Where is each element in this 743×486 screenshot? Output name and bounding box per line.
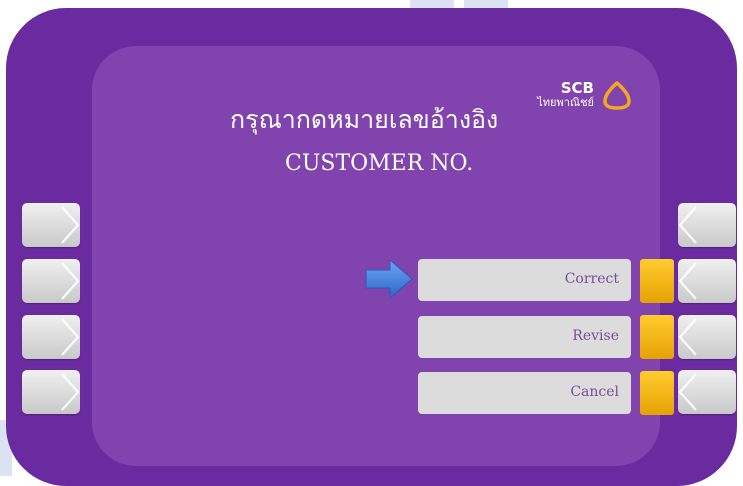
- chevron-right-icon: [61, 318, 80, 356]
- correct-button-label: Correct: [564, 271, 619, 287]
- chevron-right-icon: [61, 262, 80, 300]
- scb-emblem-icon: [603, 81, 631, 110]
- chevron-left-icon: [678, 206, 697, 244]
- correct-button[interactable]: Correct: [418, 259, 631, 301]
- cancel-indicator: [640, 371, 674, 415]
- revise-indicator: [640, 315, 674, 359]
- logo-brand: SCB: [560, 79, 594, 97]
- page-title-thai: กรุณากดหมายเลขอ้างอิง: [230, 105, 499, 134]
- revise-button-label: Revise: [572, 328, 619, 344]
- revise-button[interactable]: Revise: [418, 316, 631, 358]
- chevron-left-icon: [678, 318, 697, 356]
- cancel-button[interactable]: Cancel: [418, 372, 631, 414]
- left-key-1[interactable]: [22, 203, 80, 247]
- cancel-button-label: Cancel: [570, 384, 619, 400]
- left-key-2[interactable]: [22, 259, 80, 303]
- right-key-2[interactable]: [678, 259, 736, 303]
- chevron-right-icon: [61, 206, 80, 244]
- left-key-4[interactable]: [22, 370, 80, 414]
- chevron-left-icon: [678, 262, 697, 300]
- chevron-left-icon: [678, 373, 697, 411]
- scb-logo: SCB ไทยพาณิชย์: [516, 80, 642, 114]
- right-key-4[interactable]: [678, 370, 736, 414]
- right-key-1[interactable]: [678, 203, 736, 247]
- page-title-english: CUSTOMER NO.: [285, 151, 474, 176]
- correct-indicator: [640, 259, 674, 303]
- right-key-3[interactable]: [678, 315, 736, 359]
- logo-thai-name: ไทยพาณิชย์: [537, 96, 594, 109]
- chevron-right-icon: [61, 373, 80, 411]
- blue-arrow-icon: [365, 258, 413, 300]
- left-key-3[interactable]: [22, 315, 80, 359]
